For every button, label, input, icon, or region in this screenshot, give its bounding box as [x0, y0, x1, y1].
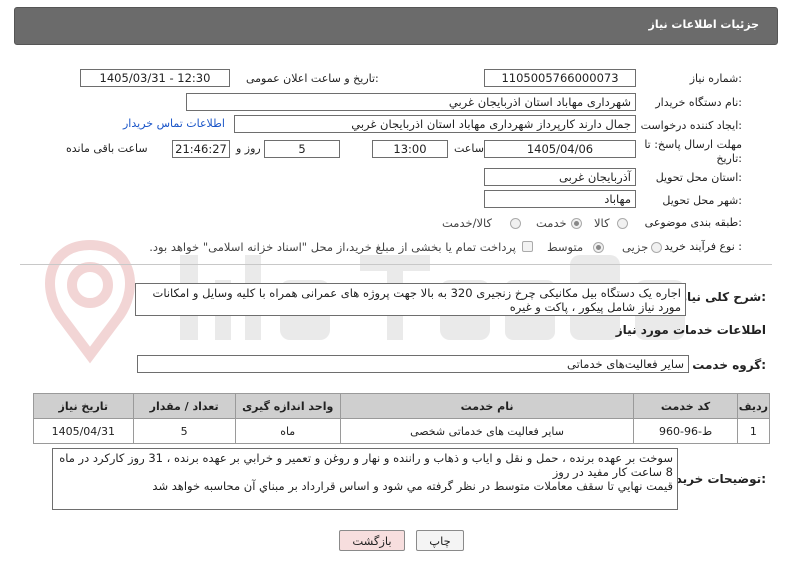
treasury-payment-note: پرداخت تمام یا بخشی از مبلغ خرید،از محل …: [149, 240, 516, 254]
col-unit: واحد اندازه گیری: [234, 393, 341, 419]
col-qty: تعداد / مقدار: [132, 393, 236, 419]
requester-field[interactable]: جمال دارند کارپرداز شهرداری مهاباد استان…: [234, 115, 636, 133]
services-table: تاریخ نیاز تعداد / مقدار واحد اندازه گیر…: [33, 393, 771, 444]
col-need-date: تاریخ نیاز: [33, 393, 134, 419]
col-row: ردیف: [736, 393, 771, 419]
header-panel: جزئیات اطلاعات نیاز: [14, 7, 778, 45]
announce-datetime-field[interactable]: 1405/03/31 - 12:30: [80, 69, 230, 87]
page-title: جزئیات اطلاعات نیاز: [648, 18, 760, 31]
category-radio-goods-service[interactable]: [510, 218, 521, 229]
deadline-days-field[interactable]: 5: [264, 140, 340, 158]
purchase-radio-medium[interactable]: [593, 242, 604, 253]
treasury-payment-checkbox[interactable]: [522, 241, 533, 252]
purchase-option-minor: جزیی: [622, 240, 649, 254]
deadline-label-line1: مهلت ارسال پاسخ: تا: [644, 138, 742, 151]
category-option-goods: کالا: [594, 216, 610, 230]
cell-service-name: سایر فعالیت های خدماتی شخصی: [339, 418, 635, 444]
remaining-time-label: ساعت باقی مانده: [66, 142, 148, 155]
col-service-code: کد خدمت: [633, 393, 738, 419]
service-group-label: گروه خدمت:: [692, 358, 766, 372]
cell-qty: 5: [132, 418, 236, 444]
city-label: شهر محل تحویل:: [662, 194, 742, 207]
cell-service-code: ط-96-960: [633, 418, 738, 444]
announce-datetime-label: تاریخ و ساعت اعلان عمومی:: [246, 72, 379, 85]
deadline-time-field[interactable]: 13:00: [372, 140, 448, 158]
province-label: استان محل تحویل:: [655, 171, 742, 184]
table-row[interactable]: 1405/04/31 5 ماه سایر فعالیت های خدماتی …: [33, 418, 771, 444]
cell-need-date: 1405/04/31: [33, 418, 134, 444]
section-divider: [20, 264, 772, 265]
buyer-org-field[interactable]: شهرداری مهاباد استان اذربایجان غربي: [186, 93, 636, 111]
category-radio-goods[interactable]: [617, 218, 628, 229]
purchase-option-medium: متوسط: [547, 240, 584, 254]
deadline-time-label: ساعت: [454, 142, 484, 155]
buyer-notes-line: 8 ساعت كار مفيد در روز: [552, 465, 673, 479]
description-label: شرح کلی نیاز:: [680, 290, 766, 304]
cell-row-number: 1: [736, 418, 771, 444]
purchase-radio-minor[interactable]: [651, 242, 662, 253]
service-group-field[interactable]: سایر فعالیت‌های خدماتی: [137, 355, 689, 373]
city-field[interactable]: مهاباد: [484, 190, 636, 208]
purchase-type-label: نوع فرآیند خرید :: [664, 240, 742, 253]
category-label: طبقه بندی موضوعی:: [644, 216, 742, 229]
back-button[interactable]: بازگشت: [339, 530, 405, 551]
requester-label: ایجاد کننده درخواست:: [640, 119, 742, 132]
description-textarea[interactable]: اجاره یک دستگاه بیل مکانیکی چرخ زنجیری 3…: [135, 283, 686, 316]
category-option-service: خدمت: [536, 216, 567, 230]
services-section-title: اطلاعات خدمات مورد نیاز: [615, 323, 766, 337]
buyer-notes-label: توضیحات خریدار:: [664, 472, 766, 486]
category-radio-service[interactable]: [571, 218, 582, 229]
col-service-name: نام خدمت: [339, 393, 635, 419]
need-number-label: شماره نیاز:: [689, 72, 742, 85]
buyer-notes-line: قيمت نهايي تا سقف معاملات متوسط در نظر گ…: [152, 479, 673, 493]
buyer-contact-link[interactable]: اطلاعات تماس خریدار: [123, 117, 225, 130]
cell-unit: ماه: [234, 418, 341, 444]
category-option-goods-service: کالا/خدمت: [442, 216, 493, 230]
buyer-notes-line: سوخت بر عهده برنده ، حمل و نقل و اياب و …: [59, 451, 673, 465]
need-number-field[interactable]: 1105005766000073: [484, 69, 636, 87]
print-button[interactable]: چاپ: [416, 530, 464, 551]
buyer-notes-textarea[interactable]: سوخت بر عهده برنده ، حمل و نقل و اياب و …: [52, 448, 678, 510]
remaining-time-field[interactable]: 21:46:27: [172, 140, 230, 158]
deadline-date-field[interactable]: 1405/04/06: [484, 140, 636, 158]
deadline-days-label: روز و: [236, 142, 261, 155]
deadline-label-line2: تاریخ:: [716, 152, 742, 165]
province-field[interactable]: آذربایجان غربی: [484, 168, 636, 186]
buyer-org-label: نام دستگاه خریدار:: [655, 96, 742, 109]
